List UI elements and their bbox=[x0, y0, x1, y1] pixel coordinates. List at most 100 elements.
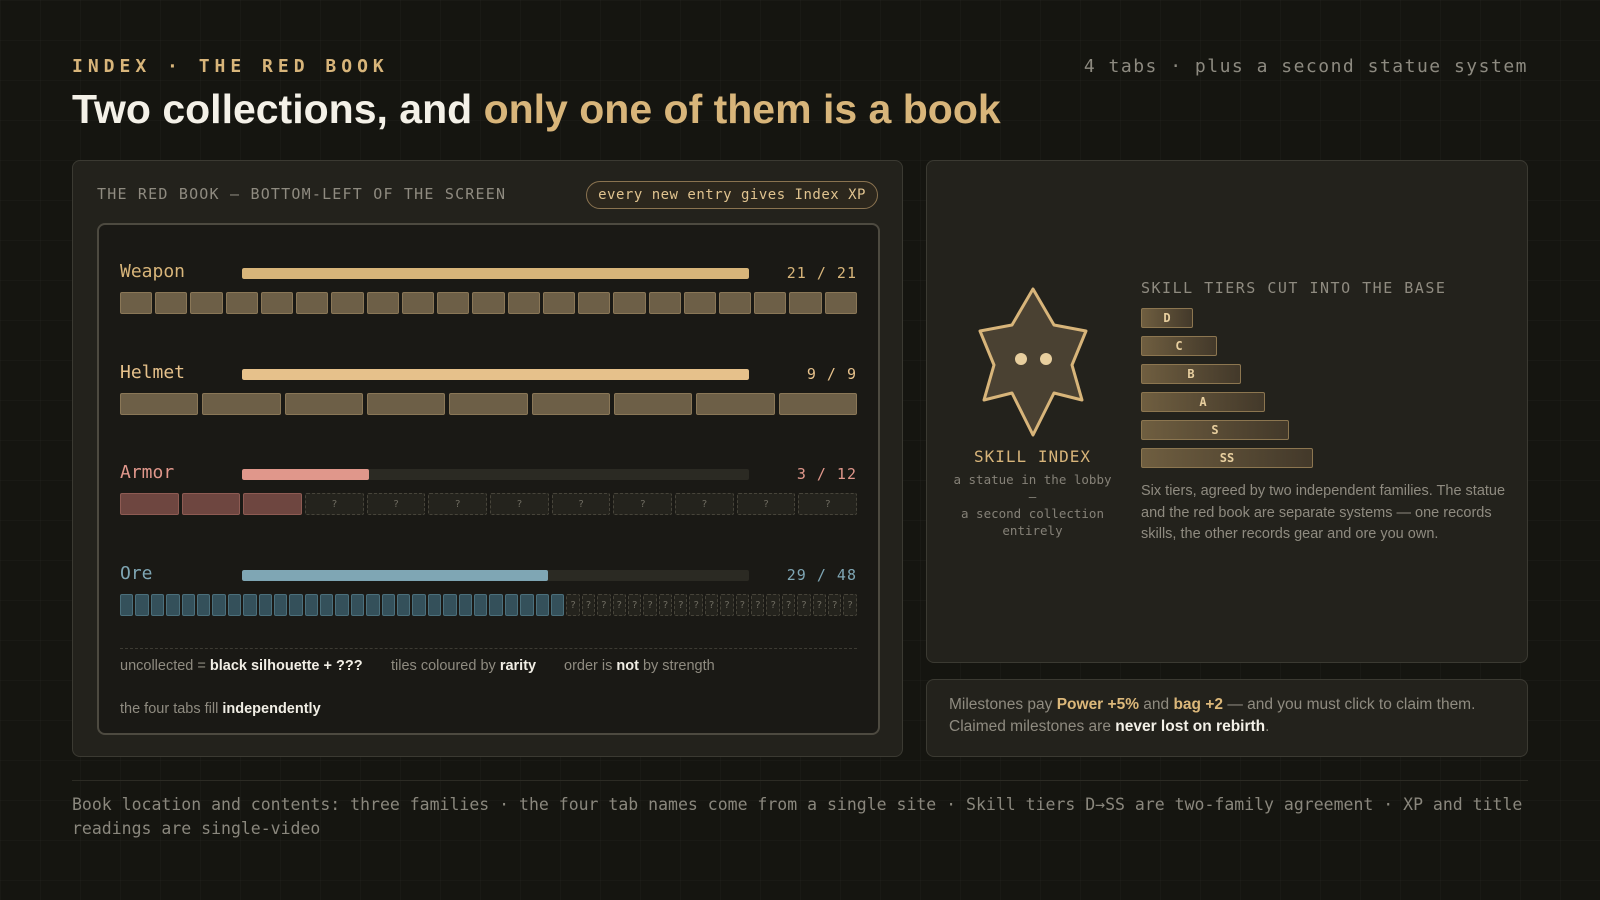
collected-tile bbox=[196, 594, 211, 616]
collected-tile bbox=[824, 292, 857, 314]
footer-rule bbox=[72, 780, 1528, 781]
index-eyebrow: INDEX · THE RED BOOK bbox=[72, 56, 389, 77]
tab-progress-bar bbox=[242, 469, 749, 480]
tab-count: 3 / 12 bbox=[796, 465, 857, 483]
tile-grid bbox=[120, 292, 857, 314]
footer-sources: Book location and contents: three famili… bbox=[72, 795, 1523, 838]
legend-text: by strength bbox=[638, 658, 715, 674]
collected-tile bbox=[778, 393, 857, 415]
collected-tile bbox=[350, 594, 365, 616]
legend-emphasis: rarity bbox=[499, 658, 537, 674]
red-book-panel: THE RED BOOK — BOTTOM-LEFT OF THE SCREEN… bbox=[72, 160, 903, 757]
tab-helmet[interactable]: Helmet 9 / 9 bbox=[120, 362, 857, 418]
collected-tile bbox=[225, 292, 258, 314]
collected-tile bbox=[427, 594, 442, 616]
uncollected-tile: ? bbox=[490, 493, 549, 515]
uncollected-tile: ? bbox=[781, 594, 796, 616]
collected-tile bbox=[789, 292, 822, 314]
tier-ss: SS bbox=[1141, 448, 1313, 468]
skill-index-title: SKILL INDEX bbox=[974, 447, 1091, 466]
collected-tile bbox=[507, 292, 540, 314]
tab-weapon[interactable]: Weapon 21 / 21 bbox=[120, 261, 857, 317]
collected-tile bbox=[284, 393, 363, 415]
tab-ore[interactable]: Ore 29 / 48 ??????????????????? bbox=[120, 563, 857, 619]
uncollected-tile: ? bbox=[581, 594, 596, 616]
uncollected-tile: ? bbox=[305, 493, 364, 515]
collected-tile bbox=[296, 292, 329, 314]
collected-tile bbox=[120, 594, 134, 616]
tier-a: A bbox=[1141, 392, 1265, 412]
top-note: 4 tabs · plus a second statue system bbox=[1083, 56, 1528, 77]
collected-tile bbox=[443, 594, 457, 616]
collected-tile bbox=[381, 594, 396, 616]
tab-count: 9 / 9 bbox=[806, 365, 857, 383]
tier-c: C bbox=[1141, 336, 1217, 356]
uncollected-tile: ? bbox=[566, 594, 580, 616]
tab-progress-fill bbox=[242, 570, 549, 581]
collected-tile bbox=[696, 393, 775, 415]
collected-tile bbox=[613, 292, 646, 314]
subtitle-line: — bbox=[1028, 489, 1037, 504]
collected-tile bbox=[648, 292, 681, 314]
subtitle-line: a statue in the lobby bbox=[953, 472, 1112, 487]
collected-tile bbox=[331, 292, 364, 314]
tab-name: Ore bbox=[120, 563, 153, 584]
collected-tile bbox=[260, 292, 294, 314]
collected-tile bbox=[289, 594, 303, 616]
collected-tile bbox=[489, 594, 503, 616]
collected-tile bbox=[472, 292, 505, 314]
collected-tile bbox=[120, 493, 179, 515]
legend-uncollected: uncollected = black silhouette + ??? bbox=[120, 658, 363, 674]
tier-d: D bbox=[1141, 308, 1193, 328]
uncollected-tile: ? bbox=[613, 493, 673, 515]
collected-tile bbox=[366, 594, 380, 616]
skill-index-panel: SKILL INDEX a statue in the lobby — a se… bbox=[926, 160, 1528, 663]
milestones-text: and bbox=[1138, 696, 1174, 713]
subtitle-line: entirely bbox=[1002, 523, 1063, 538]
uncollected-tile: ? bbox=[658, 594, 673, 616]
tab-name: Armor bbox=[120, 462, 175, 483]
uncollected-tile: ? bbox=[428, 493, 488, 515]
subtitle-line: a second collection bbox=[961, 506, 1104, 521]
collected-tile bbox=[550, 594, 565, 616]
collected-tile bbox=[135, 594, 149, 616]
collected-tile bbox=[504, 594, 519, 616]
skill-statue-icon bbox=[978, 287, 1088, 437]
uncollected-tile: ? bbox=[627, 594, 642, 616]
skill-tiers-description: Six tiers, agreed by two independent fam… bbox=[1141, 483, 1506, 542]
collected-tile bbox=[190, 292, 223, 314]
collected-tile bbox=[754, 292, 787, 314]
tab-armor[interactable]: Armor 3 / 12 ????????? bbox=[120, 462, 858, 518]
collected-tile bbox=[120, 393, 199, 415]
uncollected-tile: ? bbox=[735, 594, 750, 616]
collected-tile bbox=[243, 594, 257, 616]
uncollected-tile: ? bbox=[812, 594, 826, 616]
collected-tile bbox=[155, 292, 188, 314]
collected-tile bbox=[520, 594, 534, 616]
milestones-text: . bbox=[1265, 718, 1270, 735]
page-title: Two collections, and only one of them is… bbox=[72, 86, 1001, 133]
collected-tile bbox=[120, 292, 153, 314]
legend-order: order is not by strength bbox=[564, 658, 715, 674]
legend-emphasis: black silhouette + ??? bbox=[209, 658, 363, 674]
tab-name: Weapon bbox=[120, 261, 186, 282]
collected-tile bbox=[397, 594, 411, 616]
collected-tile bbox=[578, 292, 611, 314]
title-plain: Two collections, and bbox=[72, 86, 484, 132]
tab-name: Helmet bbox=[120, 362, 186, 383]
tab-progress-bar bbox=[242, 268, 749, 279]
collected-tile bbox=[320, 594, 334, 616]
collected-tile bbox=[202, 393, 281, 415]
collected-tile bbox=[181, 493, 241, 515]
statue-star-shape bbox=[978, 287, 1088, 437]
tab-count: 21 / 21 bbox=[786, 264, 857, 282]
collected-tile bbox=[166, 594, 180, 616]
collected-tile bbox=[227, 594, 242, 616]
index-xp-pill: every new entry gives Index XP bbox=[586, 181, 878, 209]
uncollected-tile: ? bbox=[689, 594, 703, 616]
collected-tile bbox=[542, 292, 576, 314]
collected-tile bbox=[401, 292, 435, 314]
collected-tile bbox=[366, 393, 446, 415]
collected-tile bbox=[683, 292, 716, 314]
collected-tile bbox=[243, 493, 303, 515]
